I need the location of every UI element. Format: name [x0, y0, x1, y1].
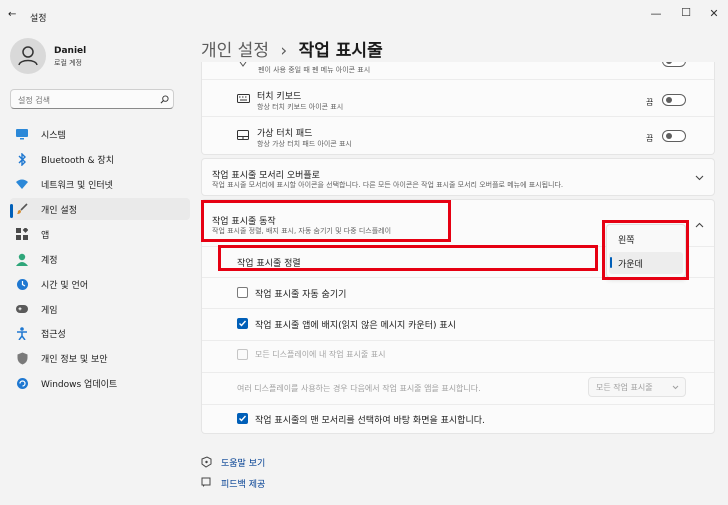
- avatar: [10, 38, 46, 74]
- minimize-button[interactable]: —: [646, 7, 666, 20]
- autohide-checkbox[interactable]: [237, 287, 248, 298]
- all-displays-label: 모든 디스플레이에 내 작업 표시줄 표시: [255, 350, 386, 359]
- touch-keyboard-desc: 항상 터치 키보드 아이콘 표시: [257, 103, 344, 111]
- nav-system[interactable]: 시스템: [10, 123, 190, 145]
- help-icon: [201, 456, 212, 468]
- nav-gaming[interactable]: 게임: [10, 298, 190, 320]
- touch-keyboard-state: 끔: [646, 98, 654, 107]
- nav-privacy[interactable]: 개인 정보 및 보안: [10, 347, 190, 369]
- search-icon: [160, 95, 169, 104]
- user-account: 로컬 계정: [54, 59, 82, 67]
- overflow-card[interactable]: 작업 표시줄 모서리 오버플로 작업 표시줄 모서리에 표시할 아이콘을 선택합…: [201, 158, 715, 196]
- nav-windows-update[interactable]: Windows 업데이트: [10, 372, 190, 394]
- multi-display-label: 여러 디스플레이를 사용하는 경우 다음에서 작업 표시줄 앱을 표시합니다.: [237, 384, 481, 393]
- nav-personalization[interactable]: 개인 설정: [10, 198, 190, 220]
- back-button[interactable]: ←: [8, 9, 16, 20]
- touchpad-icon: [237, 130, 249, 140]
- nav-label: 앱: [41, 230, 50, 241]
- search-input[interactable]: [16, 93, 155, 107]
- highlight-dropdown: [602, 220, 689, 280]
- corner-click-label: 작업 표시줄의 맨 모서리를 선택하여 바탕 화면을 표시합니다.: [255, 416, 485, 426]
- multi-display-dropdown[interactable]: 모든 작업 표시줄: [588, 377, 686, 397]
- breadcrumb: 개인 설정 › 작업 표시줄: [201, 36, 383, 61]
- pen-icon: [239, 62, 247, 67]
- touchpad-desc: 항상 가상 터치 패드 아이콘 표시: [257, 140, 352, 148]
- title-bar: ← 설정 — ☐ ✕: [0, 0, 728, 32]
- overflow-desc: 작업 표시줄 모서리에 표시할 아이콘을 선택합니다. 다른 모든 아이콘은 작…: [212, 181, 564, 189]
- highlight-behaviors: [201, 200, 451, 242]
- nav-apps[interactable]: 앱: [10, 223, 190, 245]
- nav-label: Windows 업데이트: [41, 379, 118, 390]
- pen-menu-toggle[interactable]: [662, 62, 686, 67]
- chevron-up-icon[interactable]: [695, 222, 704, 228]
- nav-bluetooth[interactable]: Bluetooth & 장치: [10, 148, 190, 170]
- corner-click-checkbox[interactable]: [237, 413, 248, 424]
- row-divider: [202, 404, 714, 405]
- nav-accounts[interactable]: 계정: [10, 248, 190, 270]
- multi-display-value: 모든 작업 표시줄: [596, 383, 653, 392]
- chevron-down-icon: [672, 385, 679, 390]
- row-divider: [202, 340, 714, 341]
- touchpad-state: 끔: [646, 134, 654, 143]
- help-link[interactable]: 도움말 보기: [221, 456, 265, 469]
- person-icon: [15, 252, 29, 266]
- brush-icon: [15, 202, 29, 216]
- touch-keyboard-toggle[interactable]: [662, 94, 686, 106]
- globe-clock-icon: [15, 277, 29, 291]
- update-icon: [15, 376, 29, 390]
- badges-checkbox[interactable]: [237, 318, 248, 329]
- nav-accessibility[interactable]: 접근성: [10, 322, 190, 344]
- pen-menu-desc: 펜이 사용 중일 때 펜 메뉴 아이콘 표시: [258, 66, 371, 74]
- feedback-link[interactable]: 피드백 제공: [221, 477, 265, 490]
- touch-keyboard-title: 터치 키보드: [257, 92, 302, 102]
- badges-label: 작업 표시줄 앱에 배지(읽지 않은 메시지 카운터) 표시: [255, 321, 456, 331]
- row-divider: [202, 116, 714, 117]
- nav-selection-indicator: [10, 204, 13, 218]
- nav-time-language[interactable]: 시간 및 언어: [10, 273, 190, 295]
- search-box[interactable]: [10, 89, 174, 109]
- nav-label: 개인 설정: [41, 205, 77, 216]
- row-divider: [202, 308, 714, 309]
- nav-label: Bluetooth & 장치: [41, 155, 114, 166]
- nav-label: 계정: [41, 255, 58, 266]
- page-title: 작업 표시줄: [298, 41, 383, 61]
- nav-label: 게임: [41, 305, 58, 316]
- nav-label: 시간 및 언어: [41, 280, 89, 291]
- bluetooth-icon: [15, 152, 29, 166]
- row-divider: [202, 79, 714, 80]
- touchpad-toggle[interactable]: [662, 130, 686, 142]
- apps-icon: [15, 227, 29, 241]
- chevron-down-icon[interactable]: [695, 175, 704, 181]
- row-divider: [202, 372, 714, 373]
- gamepad-icon: [15, 302, 29, 316]
- wifi-icon: [15, 177, 29, 191]
- nav-label: 개인 정보 및 보안: [41, 354, 108, 365]
- monitor-icon: [15, 127, 29, 141]
- breadcrumb-separator: ›: [280, 41, 288, 61]
- person-icon: [18, 46, 38, 66]
- nav-label: 시스템: [41, 130, 66, 141]
- all-displays-checkbox[interactable]: [237, 349, 248, 360]
- nav-label: 네트워크 및 인터넷: [41, 180, 113, 191]
- breadcrumb-parent[interactable]: 개인 설정: [201, 41, 269, 61]
- highlight-alignment: [218, 245, 598, 271]
- close-button[interactable]: ✕: [704, 7, 724, 20]
- autohide-label: 작업 표시줄 자동 숨기기: [255, 290, 347, 300]
- keyboard-icon: [237, 94, 250, 103]
- touchpad-title: 가상 터치 패드: [257, 129, 313, 139]
- nav-network[interactable]: 네트워크 및 인터넷: [10, 173, 190, 195]
- checkmark-icon: [239, 320, 247, 327]
- checkmark-icon: [239, 415, 247, 422]
- user-name: Daniel: [54, 46, 87, 56]
- maximize-button[interactable]: ☐: [676, 6, 696, 19]
- feedback-icon: [201, 477, 211, 487]
- window-title: 설정: [30, 14, 47, 24]
- shield-icon: [15, 351, 29, 365]
- accessibility-icon: [15, 326, 29, 340]
- nav-label: 접근성: [41, 329, 66, 340]
